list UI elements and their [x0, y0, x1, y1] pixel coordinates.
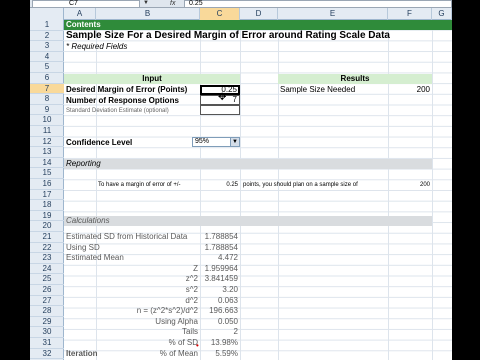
calc-value: 3.841459 — [204, 274, 238, 284]
row-header-18[interactable]: 18 — [30, 200, 64, 211]
calc-label: d^2 — [185, 295, 198, 305]
calc-value: 3.20 — [222, 285, 238, 294]
calc-value: 2 — [233, 327, 238, 337]
row-header-31[interactable]: 31 — [30, 338, 64, 349]
reporting-header: Reporting — [66, 159, 101, 168]
row-header-5[interactable]: 5 — [30, 62, 64, 73]
reporting-text-2: points, you should plan on a sample size… — [243, 182, 358, 188]
row-header-12[interactable]: 12 — [30, 137, 64, 148]
calc-value: 13.98% — [210, 338, 238, 347]
row-header-16[interactable]: 16 — [30, 179, 64, 190]
name-box[interactable]: C7 — [32, 0, 140, 8]
calculations-header: Calculations — [66, 216, 110, 225]
page-title: Sample Size For a Desired Margin of Erro… — [66, 30, 390, 41]
row-header-19[interactable]: 19 — [30, 211, 64, 222]
calc-value: 1.788854 — [204, 232, 238, 241]
reporting-margin: 0.25 — [226, 182, 238, 188]
calc-value: 1.959964 — [204, 263, 238, 273]
calc-value: 0.050 — [217, 316, 238, 326]
letterbox-left — [0, 0, 30, 360]
row-header-9[interactable]: 9 — [30, 105, 64, 116]
row-header-4[interactable]: 4 — [30, 52, 64, 63]
sample-size-value: 200 — [416, 85, 430, 94]
row-header-24[interactable]: 24 — [30, 264, 64, 275]
row-header-27[interactable]: 27 — [30, 296, 64, 307]
row-header-10[interactable]: 10 — [30, 115, 64, 126]
confidence-label: Confidence Level — [66, 138, 133, 147]
row-header-2[interactable]: 2 — [30, 31, 64, 42]
calc-value: 4.472 — [217, 253, 238, 263]
column-header-a[interactable]: A — [64, 8, 96, 20]
confidence-value: 95% — [195, 138, 210, 145]
row-header-6[interactable]: 6 — [30, 73, 64, 84]
calc-label: z^2 — [185, 274, 198, 284]
column-header-b[interactable]: B — [96, 8, 200, 20]
sample-size-label: Sample Size Needed — [280, 85, 356, 94]
calculations-header-band — [64, 216, 432, 226]
results-header: Results — [340, 74, 370, 83]
calc-value: 0.063 — [217, 295, 238, 305]
column-header-g[interactable]: G — [432, 8, 452, 20]
row-header-32[interactable]: 32 — [30, 349, 64, 360]
chevron-down-icon[interactable]: ▼ — [230, 138, 239, 146]
iteration-label: Iteration — [66, 349, 98, 358]
calc-label: n = (z^2*s^2)/d^2 — [136, 306, 198, 316]
calc-label: Tails — [181, 327, 198, 337]
row-header-25[interactable]: 25 — [30, 274, 64, 285]
confidence-select[interactable]: 95% ▼ — [192, 137, 240, 147]
calc-label: Estimated Mean — [66, 253, 124, 263]
column-header-c[interactable]: C — [200, 8, 240, 20]
margin-label: Desired Margin of Error (Points) — [66, 85, 188, 94]
select-all-button[interactable] — [30, 8, 64, 20]
sd-estimate-input[interactable] — [200, 105, 240, 115]
column-header-f[interactable]: F — [388, 8, 432, 20]
input-header: Input — [142, 74, 162, 83]
calc-value: 1.788854 — [204, 242, 238, 252]
row-header-20[interactable]: 20 — [30, 221, 64, 232]
calc-value: 5.59% — [215, 348, 238, 358]
calc-label: Z — [193, 263, 198, 273]
excel-window: C7 ▼ fx 0.25 A B C D E F G 1 2 3 4 5 6 7 8 9 10 11… — [0, 0, 480, 360]
row-header-13[interactable]: 13 — [30, 147, 64, 158]
row-header-28[interactable]: 28 — [30, 306, 64, 317]
marker-icon: • — [196, 341, 199, 350]
required-note: * Required Fields — [66, 42, 128, 51]
responses-label: Number of Response Options — [66, 96, 179, 105]
calc-label: Using SD — [66, 242, 100, 252]
calc-label: % of Mean — [159, 348, 198, 358]
calc-label: Estimated SD from Historical Data — [66, 232, 188, 241]
row-header-8[interactable]: 8 — [30, 94, 64, 105]
letterbox-right — [452, 0, 480, 360]
function-icon[interactable]: fx — [170, 0, 182, 8]
row-header-30[interactable]: 30 — [30, 327, 64, 338]
row-header-11[interactable]: 11 — [30, 126, 64, 137]
calc-label: Using Alpha — [155, 316, 198, 326]
row-header-17[interactable]: 17 — [30, 190, 64, 201]
formula-input[interactable]: 0.25 — [184, 0, 452, 8]
row-header-15[interactable]: 15 — [30, 168, 64, 179]
row-header-22[interactable]: 22 — [30, 243, 64, 254]
row-header-1[interactable]: 1 — [30, 20, 64, 31]
row-header-26[interactable]: 26 — [30, 285, 64, 296]
row-header-23[interactable]: 23 — [30, 253, 64, 264]
chevron-down-icon[interactable]: ▼ — [141, 0, 151, 8]
sd-estimate-label: Standard Deviation Estimate (optional) — [66, 108, 169, 114]
row-header-14[interactable]: 14 — [30, 158, 64, 169]
reporting-text-1: To have a margin of error of +/- — [98, 182, 181, 188]
calc-label: % of SD — [168, 338, 198, 347]
column-header-d[interactable]: D — [240, 8, 278, 20]
row-header-21[interactable]: 21 — [30, 232, 64, 243]
row-header-3[interactable]: 3 — [30, 41, 64, 52]
column-header-e[interactable]: E — [278, 8, 388, 20]
row-header-29[interactable]: 29 — [30, 317, 64, 328]
contents-band — [64, 20, 452, 30]
reporting-size: 200 — [419, 182, 430, 188]
contents-link[interactable]: Contents — [66, 20, 101, 30]
calc-label: s^2 — [185, 285, 198, 294]
cursor-icon: ✥ — [218, 92, 227, 103]
calc-value: 196.663 — [209, 306, 238, 316]
reporting-header-band — [64, 159, 432, 169]
row-header-7[interactable]: 7 — [30, 83, 64, 95]
